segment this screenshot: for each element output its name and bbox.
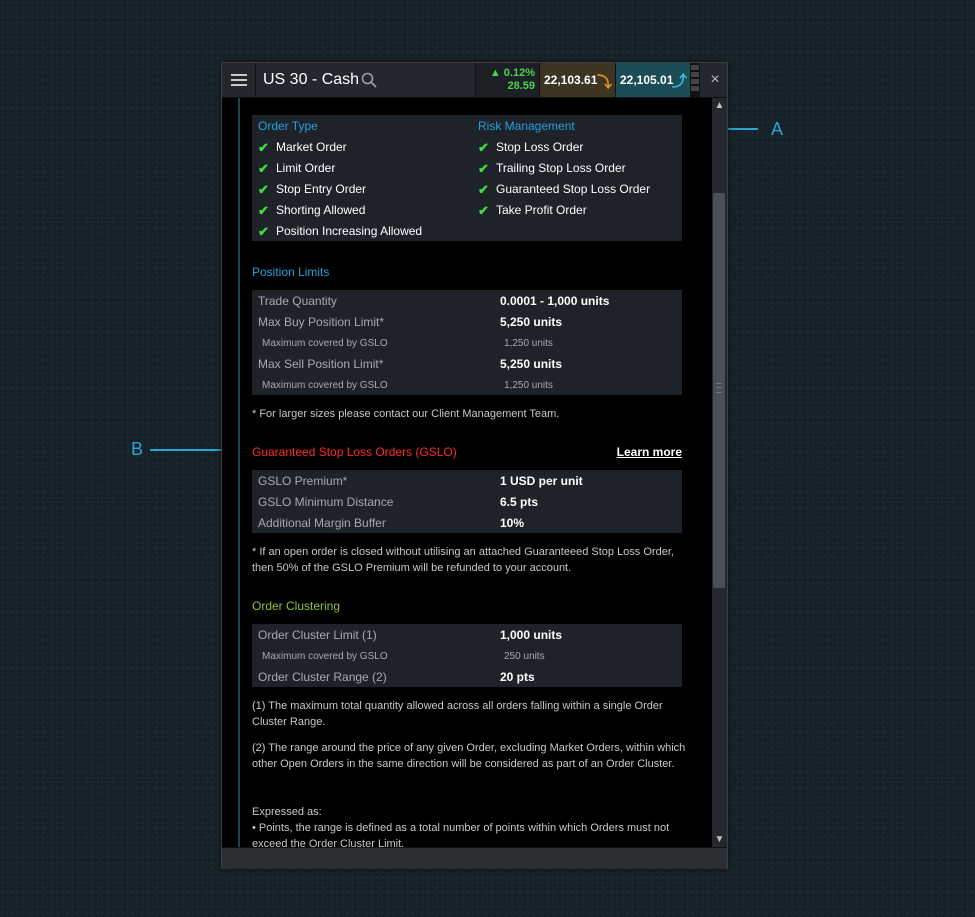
gslo-label: GSLO Premium* (258, 474, 348, 488)
title-bar: US 30 - Cash ▲ 0.12% 28.59 22,103.61 ⤵ 2… (222, 63, 727, 98)
cluster-value: 1,000 units (500, 628, 563, 642)
gslo-value: 10% (500, 516, 525, 530)
gslo-note: * If an open order is closed without uti… (252, 546, 674, 574)
check-icon: ✔ (258, 182, 269, 197)
sell-price: 22,103.61 (544, 73, 598, 87)
callout-b-label: B (131, 439, 144, 459)
limit-value: 0.0001 - 1,000 units (500, 294, 610, 308)
risk-item: Guaranteed Stop Loss Order (496, 182, 651, 196)
cluster-note-2: (2) The range around the price of any gi… (252, 742, 686, 770)
buy-price-button[interactable]: 22,105.01 ⤴ (615, 63, 690, 97)
learn-more-link[interactable]: Learn more (617, 445, 682, 459)
search-icon[interactable] (361, 72, 377, 88)
instrument-name: US 30 - Cash (263, 71, 360, 88)
check-icon: ✔ (258, 140, 269, 155)
order-type-item: Limit Order (276, 161, 336, 175)
risk-item: Take Profit Order (496, 203, 587, 217)
sell-price-button[interactable]: 22,103.61 ⤵ (539, 63, 615, 97)
check-icon: ✔ (478, 140, 489, 155)
limit-label: Max Buy Position Limit* (258, 315, 385, 329)
price-change: ▲ 0.12% 28.59 (475, 63, 539, 97)
buy-price: 22,105.01 (620, 73, 674, 87)
cluster-label: Order Cluster Limit (1) (258, 628, 377, 642)
check-icon: ✔ (258, 224, 269, 239)
gslo-label: Additional Margin Buffer (258, 516, 386, 530)
order-type-item: Market Order (276, 140, 347, 154)
limit-sub-label: Maximum covered by GSLO (262, 380, 388, 391)
limit-label: Max Sell Position Limit* (258, 357, 384, 371)
risk-item: Trailing Stop Loss Order (496, 161, 626, 175)
expressed-as-label: Expressed as: (252, 806, 322, 818)
content-pane: Order Type Risk Management ✔ Market Orde… (222, 98, 712, 847)
limit-label: Trade Quantity (258, 294, 337, 308)
check-icon: ✔ (478, 203, 489, 218)
position-limits-title: Position Limits (252, 265, 330, 279)
vertical-scrollbar[interactable]: ▲ ▼ (712, 98, 727, 847)
limit-sub-value: 1,250 units (504, 380, 553, 391)
risk-management-title: Risk Management (478, 119, 575, 133)
order-types-box (252, 115, 682, 241)
limit-value: 5,250 units (500, 357, 563, 371)
hamburger-icon-bar (231, 84, 247, 86)
position-limits-note: * For larger sizes please contact our Cl… (252, 408, 560, 420)
check-icon: ✔ (478, 182, 489, 197)
scroll-thumb[interactable] (713, 193, 725, 588)
gslo-value: 6.5 pts (500, 495, 539, 509)
menu-button[interactable] (222, 63, 256, 97)
check-icon: ✔ (258, 161, 269, 176)
callout-a-label: A (771, 119, 784, 139)
product-info-window: US 30 - Cash ▲ 0.12% 28.59 22,103.61 ⤵ 2… (221, 62, 728, 869)
cluster-label: Order Cluster Range (2) (258, 670, 387, 684)
order-clustering-title: Order Clustering (252, 599, 341, 613)
order-type-item: Shorting Allowed (276, 203, 366, 217)
grip-icon (716, 383, 722, 393)
status-bar (222, 847, 727, 869)
risk-item: Stop Loss Order (496, 140, 584, 154)
hamburger-icon (231, 74, 247, 76)
scroll-down-icon[interactable]: ▼ (712, 832, 727, 847)
left-accent-bar (238, 98, 240, 847)
market-depth-indicator (690, 63, 700, 97)
limit-sub-value: 1,250 units (504, 338, 553, 349)
arrow-up-icon: ⤴ (671, 73, 687, 90)
cluster-sub-label: Maximum covered by GSLO (262, 651, 388, 662)
cluster-sub-value: 250 units (504, 651, 545, 662)
gslo-label: GSLO Minimum Distance (258, 495, 394, 509)
gslo-title: Guaranteed Stop Loss Orders (GSLO) (252, 445, 457, 459)
cluster-note-1: (1) The maximum total quantity allowed a… (252, 700, 663, 728)
gslo-value: 1 USD per unit (500, 474, 583, 488)
cluster-value: 20 pts (500, 670, 535, 684)
expressed-as-bullet: • Points, the range is defined as a tota… (252, 822, 670, 847)
limit-sub-label: Maximum covered by GSLO (262, 338, 388, 349)
order-type-title: Order Type (258, 119, 318, 133)
close-button[interactable]: × (703, 63, 727, 97)
scroll-up-icon[interactable]: ▲ (712, 98, 727, 113)
check-icon: ✔ (258, 203, 269, 218)
hamburger-icon-bar (231, 79, 247, 81)
order-type-item: Stop Entry Order (276, 182, 367, 196)
check-icon: ✔ (478, 161, 489, 176)
change-percent: ▲ 0.12% (489, 67, 535, 79)
arrow-down-icon: ⤵ (596, 74, 612, 91)
change-points: 28.59 (507, 80, 535, 92)
order-type-item: Position Increasing Allowed (276, 224, 423, 238)
limit-value: 5,250 units (500, 315, 563, 329)
